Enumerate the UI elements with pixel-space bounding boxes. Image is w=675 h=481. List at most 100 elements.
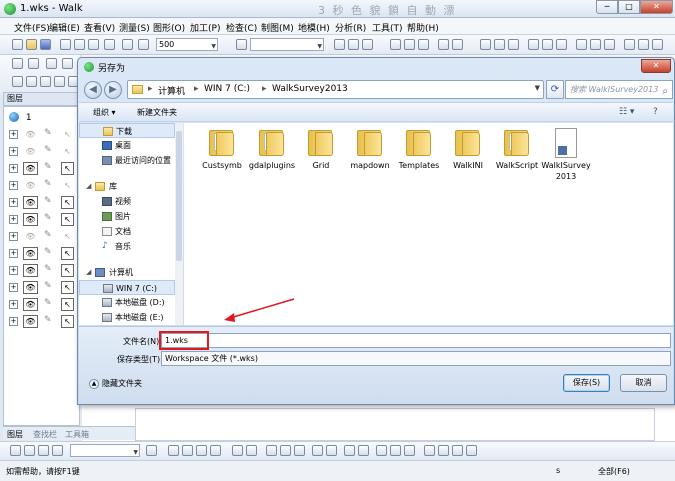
layer-row[interactable]: + 👁 ✎ ↖ [8,195,80,210]
bottom-tool-3-icon[interactable] [38,445,49,456]
menu-cartography[interactable]: 制图(M) [261,21,294,34]
collapse-icon[interactable]: ◢ [86,179,91,194]
layer-row[interactable]: + 👁 ✎ ↖ [8,229,80,244]
layer-root[interactable]: 1 [9,112,32,123]
expand-icon[interactable]: + [9,181,18,190]
bottom-tool-5-icon[interactable] [146,445,157,456]
select-cursor-icon[interactable]: ↖ [61,213,74,226]
bottom-tool-11-icon[interactable] [246,445,257,456]
eye-icon[interactable]: 👁 [23,230,38,243]
hide-folders-toggle[interactable]: ▲ 隐藏文件夹 [89,378,142,389]
view-options-icon[interactable]: ☷ ▾ [619,107,634,117]
menu-view[interactable]: 查看(V) [84,21,115,34]
bottom-tool-25-icon[interactable] [466,445,477,456]
folder-item[interactable]: Custsymb [196,128,248,171]
bottom-tool-10-icon[interactable] [232,445,243,456]
tool-l-icon[interactable] [528,39,539,50]
nav-group-libraries[interactable]: ◢ 库 [79,179,175,194]
select-cursor-icon[interactable]: ↖ [61,145,74,158]
eye-icon[interactable]: 👁 [23,162,38,175]
maximize-button[interactable]: □ [618,0,640,14]
tool-t-icon[interactable] [652,39,663,50]
bottom-tool-16-icon[interactable] [326,445,337,456]
bottom-select[interactable]: ▼ [70,444,140,457]
organize-button[interactable]: 组织 ▾ [93,107,116,118]
cut-icon[interactable] [60,39,71,50]
select-cursor-icon[interactable]: ↖ [61,128,74,141]
menu-process[interactable]: 加工(P) [190,21,220,34]
circle-tool-icon[interactable] [54,76,65,87]
pen-tool-icon[interactable] [62,58,73,69]
bottom-tool-9-icon[interactable] [210,445,221,456]
eye-icon[interactable]: 👁 [23,128,38,141]
bottom-tool-22-icon[interactable] [424,445,435,456]
folder-item[interactable]: WalkScript [491,128,543,171]
nav-item-videos[interactable]: 视频 [79,194,175,209]
layer-row[interactable]: + 👁 ✎ ↖ [8,161,80,176]
scale-select[interactable]: 500 ▼ [156,38,218,51]
line-tool-icon[interactable] [12,76,23,87]
layer-row[interactable]: + 👁 ✎ ↖ [8,314,80,329]
bottom-tool-13-icon[interactable] [280,445,291,456]
tool-j-icon[interactable] [494,39,505,50]
pen-icon[interactable]: ✎ [44,315,52,325]
expand-icon[interactable]: + [9,147,18,156]
bottom-tool-7-icon[interactable] [182,445,193,456]
tool-a-icon[interactable] [334,39,345,50]
expand-icon[interactable]: + [9,266,18,275]
tool-n-icon[interactable] [556,39,567,50]
select-arrow-icon[interactable] [12,58,23,69]
folder-item[interactable]: Grid [295,128,347,171]
bottom-tool-18-icon[interactable] [358,445,369,456]
collapse-icon[interactable]: ◢ [86,265,91,280]
select-cursor-icon[interactable]: ↖ [61,162,74,175]
save-button[interactable]: 保存(S) [563,374,610,392]
close-button[interactable]: ✕ [640,0,673,14]
tool-b-icon[interactable] [348,39,359,50]
node-edit-icon[interactable] [28,58,39,69]
bottom-tool-24-icon[interactable] [452,445,463,456]
menu-file[interactable]: 文件(FS) [14,21,50,34]
search-input[interactable]: 搜索 WalkISurvey2013 ⌕ [565,80,673,99]
menu-tools[interactable]: 工具(T) [372,21,403,34]
dialog-close-button[interactable]: ✕ [641,59,671,73]
nav-group-computer[interactable]: ◢ 计算机 [79,265,175,280]
folder-item[interactable]: Templates [393,128,445,171]
pen-icon[interactable]: ✎ [44,128,52,138]
back-button[interactable]: ◀ [84,81,102,99]
select-cursor-icon[interactable]: ↖ [61,247,74,260]
expand-icon[interactable]: + [9,317,18,326]
expand-icon[interactable]: + [9,164,18,173]
pen-icon[interactable]: ✎ [44,162,52,172]
eye-icon[interactable]: 👁 [23,196,38,209]
bottom-tool-12-icon[interactable] [266,445,277,456]
tool-i-icon[interactable] [480,39,491,50]
nav-scrollbar[interactable] [175,123,183,325]
polyline-tool-icon[interactable] [26,76,37,87]
eye-icon[interactable]: 👁 [23,247,38,260]
eye-icon[interactable]: 👁 [23,281,38,294]
nav-item-drive-c[interactable]: WIN 7 (C:) [79,280,175,295]
nav-scroll-thumb[interactable] [176,131,182,261]
tab-find[interactable]: 查找栏 [33,429,57,440]
redo-icon[interactable] [138,39,149,50]
save-icon[interactable] [40,39,51,50]
menu-survey[interactable]: 测量(S) [119,21,150,34]
menu-terrain[interactable]: 地模(H) [298,21,330,34]
paste-icon[interactable] [88,39,99,50]
tool-r-icon[interactable] [624,39,635,50]
expand-icon[interactable]: + [9,232,18,241]
forward-button[interactable]: ▶ [104,81,122,99]
layer-row[interactable]: + 👁 ✎ ↖ [8,297,80,312]
tool-d-icon[interactable] [390,39,401,50]
copy-icon[interactable] [74,39,85,50]
eye-icon[interactable]: 👁 [23,213,38,226]
tab-layers[interactable]: 图层 [7,429,23,440]
tool-e-icon[interactable] [404,39,415,50]
filetype-select[interactable]: Workspace 文件 (*.wks) [161,351,671,366]
tool-q-icon[interactable] [604,39,615,50]
select-cursor-icon[interactable]: ↖ [61,264,74,277]
eye-icon[interactable]: 👁 [23,145,38,158]
layer-select[interactable]: ▼ [250,38,324,51]
chevron-down-icon[interactable]: ▼ [535,84,540,92]
